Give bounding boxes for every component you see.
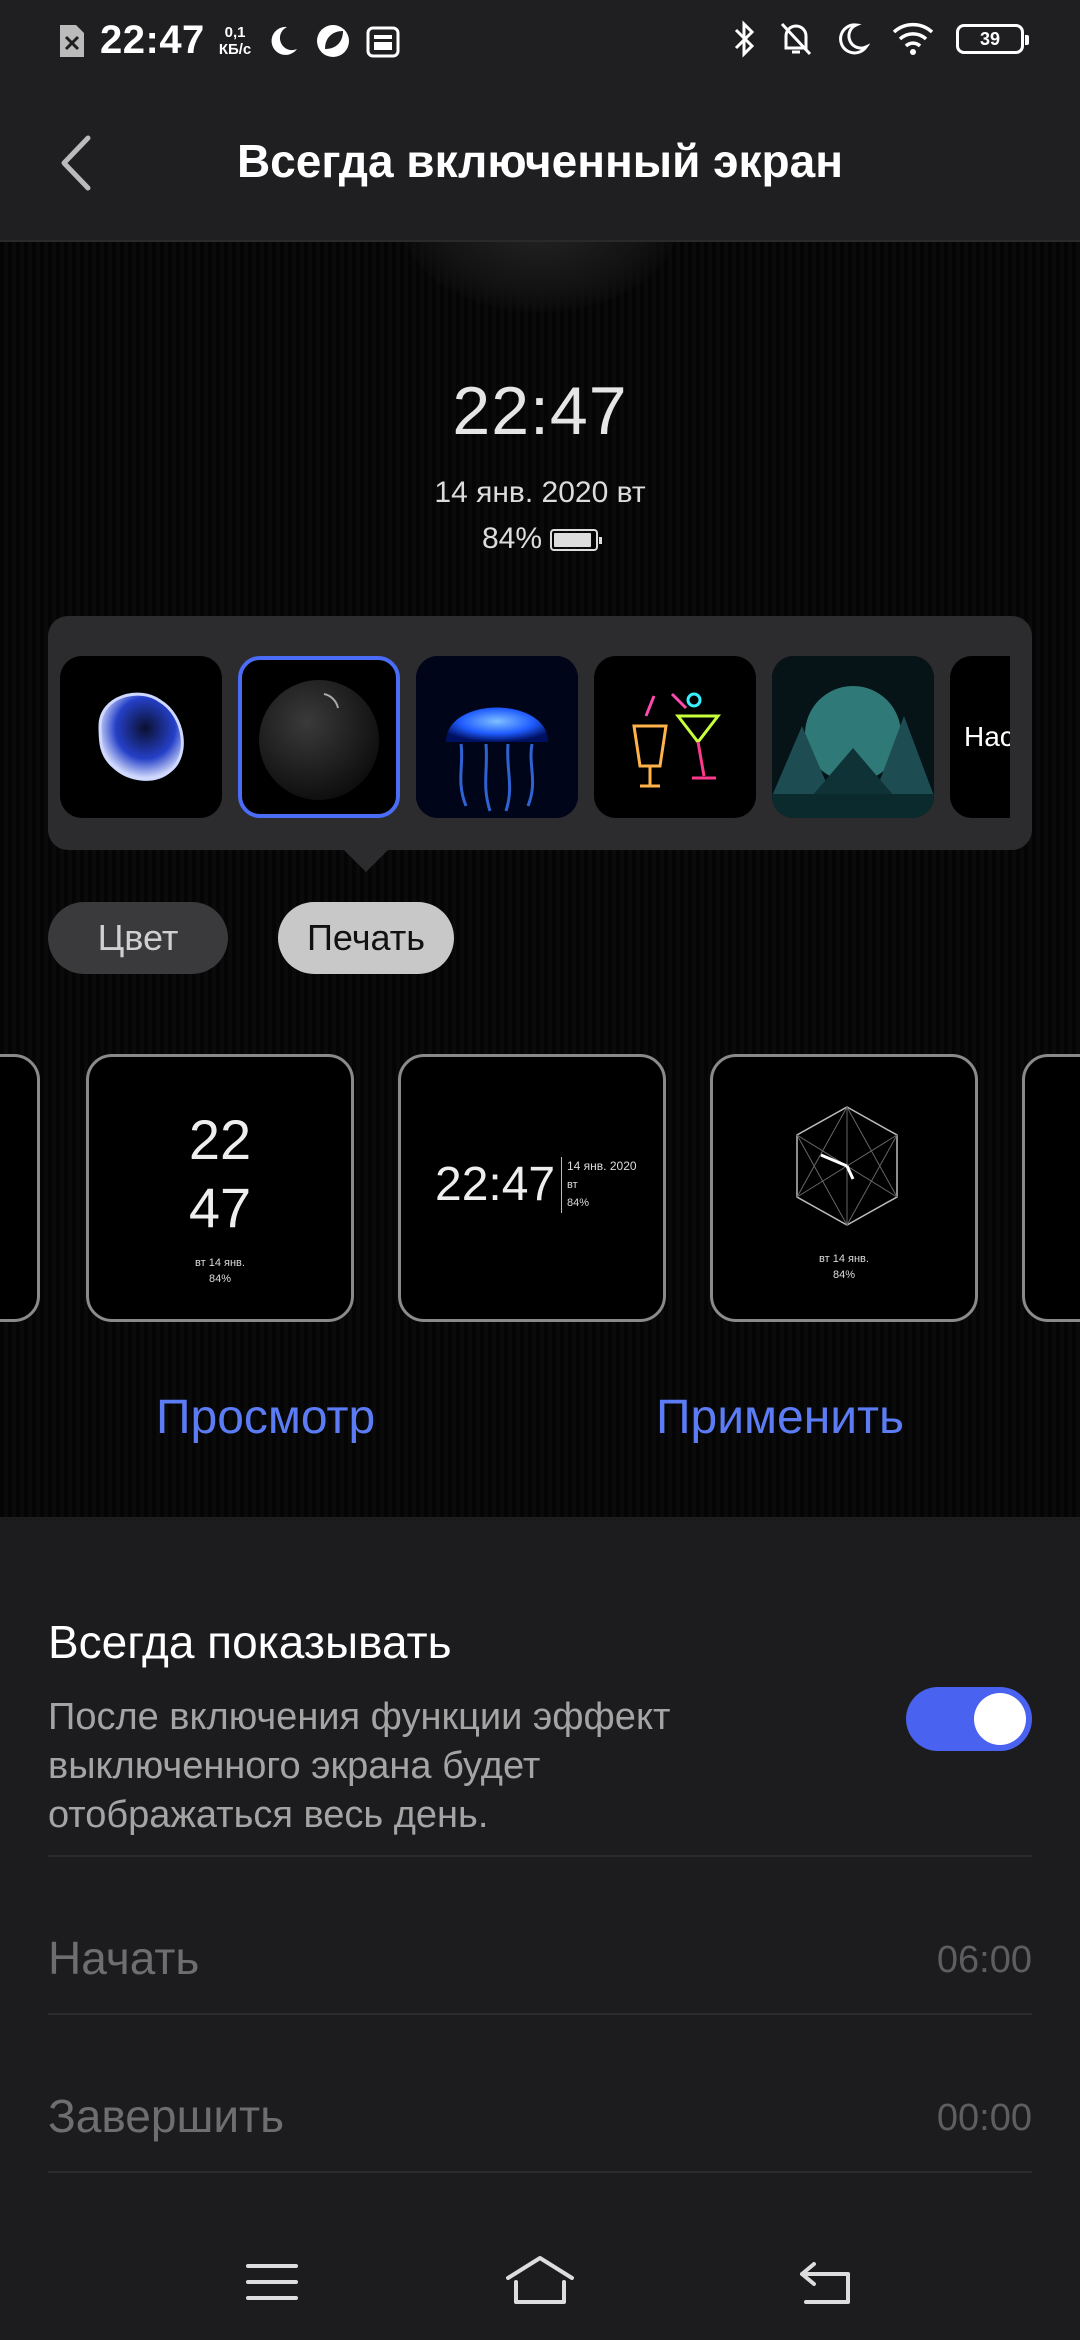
calendar-app-icon [366, 26, 400, 57]
muted-bell-icon [780, 22, 812, 56]
card-date: 14 янв. 2020 [567, 1159, 637, 1173]
divider [48, 1855, 1032, 1857]
picker-pointer [342, 848, 390, 872]
card-minute: 47 [188, 1176, 252, 1239]
end-time-label[interactable]: Завершить [48, 2089, 284, 2143]
card-time: 22:47 [435, 1158, 556, 1211]
theme-thumb-more[interactable]: Нас [950, 656, 1010, 818]
page-title: Всегда включенный экран [236, 135, 844, 187]
start-time-value[interactable]: 06:00 [937, 1939, 1032, 1982]
navigation-bar [0, 2200, 1080, 2340]
clock-style-card-horizontal[interactable]: 22:47 14 янв. 2020 вт 84% [398, 1054, 666, 1322]
wifi-icon [892, 22, 934, 55]
status-bar: 22:47 0,1 КБ/с 39 [0, 0, 1080, 84]
clock-style-card-stacked[interactable]: 22 47 вт 14 янв. 84% [86, 1054, 354, 1322]
card-battery: 84% [208, 1273, 232, 1285]
clock-style-card-selected[interactable] [0, 1054, 40, 1322]
clock-style-card-analog[interactable]: вт 14 янв. 84% [710, 1054, 978, 1322]
preview-button[interactable]: Просмотр [156, 1390, 375, 1445]
aod-date: 14 янв. 2020 вт [434, 476, 646, 509]
divider [48, 2171, 1032, 2173]
theme-thumb-blob[interactable] [60, 656, 222, 818]
theme-thumb-neon-cocktails[interactable] [594, 656, 756, 818]
card-weekday: вт [567, 1179, 578, 1191]
home-icon[interactable] [504, 2252, 576, 2308]
start-time-label[interactable]: Начать [48, 1931, 199, 1985]
tab-print[interactable]: Печать [278, 902, 454, 974]
status-time: 22:47 [100, 18, 205, 62]
aod-preview-area: 22:47 14 янв. 2020 вт 84% Нас Цвет Печат… [0, 242, 1080, 1517]
no-sim-icon [60, 24, 84, 57]
theme-thumb-jellyfish[interactable] [416, 656, 578, 818]
always-show-title: Всегда показывать [48, 1616, 452, 1668]
do-not-disturb-moon-icon [839, 23, 870, 55]
tab-color[interactable]: Цвет [48, 902, 228, 974]
theme-picker: Нас [48, 616, 1032, 850]
card-hour: 22 [188, 1108, 252, 1171]
menu-icon[interactable] [244, 2260, 300, 2304]
aod-time: 22:47 [452, 373, 628, 449]
apply-button[interactable]: Применить [656, 1390, 904, 1445]
app-header: Всегда включенный экран [0, 84, 1080, 242]
card-date: вт 14 янв. [195, 1257, 245, 1269]
back-nav-icon[interactable] [794, 2256, 858, 2308]
theme-thumb-dark-planet[interactable] [238, 656, 400, 818]
card-battery: 84% [567, 1197, 590, 1209]
card-date: вт 14 янв. [819, 1253, 869, 1265]
clock-style-card-partial[interactable] [1022, 1054, 1080, 1322]
card-battery: 84% [832, 1269, 856, 1281]
card-divider [561, 1157, 562, 1213]
moon-icon [271, 26, 298, 55]
analog-clock-icon [796, 1105, 898, 1227]
bluetooth-icon [734, 20, 755, 58]
preview-glow [400, 242, 680, 312]
leaf-app-icon [317, 24, 350, 57]
network-speed: 0,1 КБ/с [218, 23, 252, 58]
divider [48, 2013, 1032, 2015]
aod-battery: 84% [0, 522, 1080, 556]
battery-indicator: 39 [956, 24, 1029, 54]
aod-battery-icon [550, 529, 603, 552]
settings-list: Всегда показывать После включения функци… [0, 1517, 1080, 2217]
theme-thumb-mountain-landscape[interactable] [772, 656, 934, 818]
end-time-value[interactable]: 00:00 [937, 2097, 1032, 2140]
always-show-description: После включения функции эффект выключенн… [48, 1696, 671, 1836]
always-show-toggle[interactable] [906, 1687, 1032, 1751]
clock-style-list: 22 47 вт 14 янв. 84% 22:47 14 янв. 2020 … [0, 1054, 1080, 1324]
